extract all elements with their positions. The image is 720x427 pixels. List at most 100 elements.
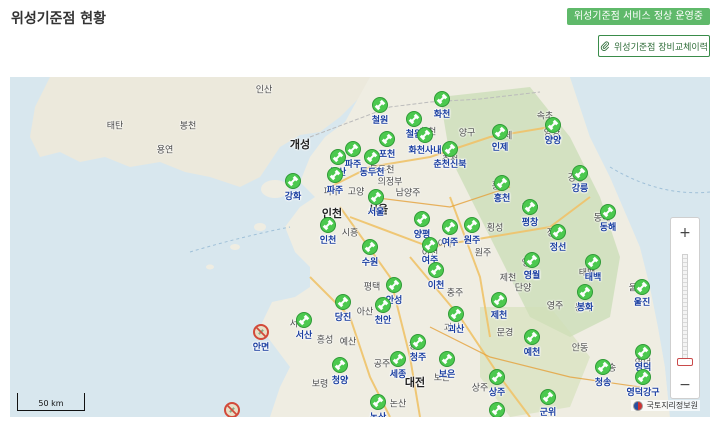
place-label: 문경: [496, 328, 514, 339]
station-label: 상주: [488, 388, 506, 398]
station-marker[interactable]: [448, 306, 464, 322]
station-marker[interactable]: [372, 97, 388, 113]
satellite-icon: [330, 149, 346, 165]
station-marker[interactable]: [522, 199, 538, 215]
station-marker[interactable]: [635, 369, 651, 385]
satellite-icon: [439, 351, 455, 367]
station-label: 철원: [371, 116, 389, 126]
station-marker[interactable]: [417, 127, 433, 143]
station-marker[interactable]: [600, 204, 616, 220]
place-label: 단양: [514, 283, 532, 294]
station-marker[interactable]: [491, 292, 507, 308]
station-marker[interactable]: [442, 219, 458, 235]
station-label: 동두천: [359, 168, 385, 178]
station-label: 정선: [549, 243, 567, 253]
station-marker[interactable]: [379, 131, 395, 147]
station-marker[interactable]: [362, 239, 378, 255]
satellite-icon: [494, 175, 510, 191]
station-label: 당진: [334, 313, 352, 323]
station-marker[interactable]: [375, 297, 391, 313]
inactive-station-marker[interactable]: [224, 402, 240, 417]
station-label: 울진: [633, 298, 651, 308]
zoom-control: + −: [670, 217, 700, 399]
satellite-icon: [372, 97, 388, 113]
station-label: 천안: [374, 316, 392, 326]
satellite-icon: [448, 306, 464, 322]
station-marker[interactable]: [442, 141, 458, 157]
station-marker[interactable]: [577, 284, 593, 300]
place-label: 시흥: [341, 228, 359, 239]
zoom-slider-handle[interactable]: [677, 358, 693, 366]
station-marker[interactable]: [390, 351, 406, 367]
station-marker[interactable]: [386, 277, 402, 293]
station-map[interactable]: 개성인천대전서울파주고양남양주의정부동두천시흥평택아산서산홍성예산보령논산공주청…: [10, 77, 710, 417]
station-label: 보은: [438, 370, 456, 380]
station-marker[interactable]: [330, 149, 346, 165]
place-label: 공주: [373, 359, 391, 370]
zoom-slider-track[interactable]: [682, 254, 688, 366]
station-label: 봉화: [576, 303, 594, 313]
satellite-icon: [600, 204, 616, 220]
station-marker[interactable]: [492, 124, 508, 140]
station-marker[interactable]: [428, 262, 444, 278]
satellite-icon: [442, 219, 458, 235]
station-label: 홍천: [493, 194, 511, 204]
station-label: 청송: [594, 378, 612, 388]
station-marker[interactable]: [572, 165, 588, 181]
station-marker[interactable]: [439, 351, 455, 367]
station-marker[interactable]: [434, 91, 450, 107]
station-marker[interactable]: [332, 357, 348, 373]
station-marker[interactable]: [635, 344, 651, 360]
station-label: 괴산: [447, 325, 465, 335]
place-label: 대전: [404, 376, 426, 389]
station-marker[interactable]: [540, 389, 556, 405]
station-marker[interactable]: [414, 211, 430, 227]
satellite-icon: [320, 217, 336, 233]
station-marker[interactable]: [364, 149, 380, 165]
satellite-icon: [489, 402, 505, 417]
station-marker[interactable]: [320, 217, 336, 233]
station-label: 청양: [331, 376, 349, 386]
station-marker[interactable]: [489, 369, 505, 385]
station-marker[interactable]: [489, 402, 505, 417]
station-label: 서울: [367, 208, 385, 218]
zoom-out-button[interactable]: −: [671, 372, 699, 398]
satellite-icon: [368, 189, 384, 205]
station-label: 춘천신북: [433, 160, 467, 170]
equipment-history-button[interactable]: 위성기준점 장비교체이력: [598, 35, 710, 57]
satellite-icon: [489, 369, 505, 385]
satellite-icon: [442, 141, 458, 157]
station-label: 안면: [252, 343, 270, 353]
scale-bar-label: 50 km: [38, 399, 64, 408]
satellite-icon: [364, 149, 380, 165]
place-label: 봉천: [179, 121, 197, 132]
station-marker[interactable]: [464, 217, 480, 233]
station-marker[interactable]: [634, 279, 650, 295]
place-label: 보령: [311, 379, 329, 390]
station-marker[interactable]: [550, 224, 566, 240]
station-marker[interactable]: [494, 175, 510, 191]
station-marker[interactable]: [335, 294, 351, 310]
station-marker[interactable]: [345, 141, 361, 157]
station-label: 수원: [361, 258, 379, 268]
station-marker[interactable]: [410, 334, 426, 350]
station-marker[interactable]: [524, 329, 540, 345]
zoom-in-button[interactable]: +: [671, 220, 699, 246]
station-marker[interactable]: [524, 252, 540, 268]
station-label: 군위: [539, 408, 557, 417]
station-marker[interactable]: [296, 312, 312, 328]
station-marker[interactable]: [545, 117, 561, 133]
satellite-icon: [492, 124, 508, 140]
station-marker[interactable]: [327, 167, 343, 183]
station-label: 화천: [433, 110, 451, 120]
station-marker[interactable]: [585, 254, 601, 270]
station-marker[interactable]: [422, 237, 438, 253]
station-marker[interactable]: [406, 111, 422, 127]
station-marker[interactable]: [595, 359, 611, 375]
inactive-station-marker[interactable]: [253, 324, 269, 340]
satellite-icon: [595, 359, 611, 375]
place-label: 상주: [471, 383, 489, 394]
station-marker[interactable]: [368, 189, 384, 205]
station-marker[interactable]: [370, 394, 386, 410]
station-marker[interactable]: [285, 173, 301, 189]
